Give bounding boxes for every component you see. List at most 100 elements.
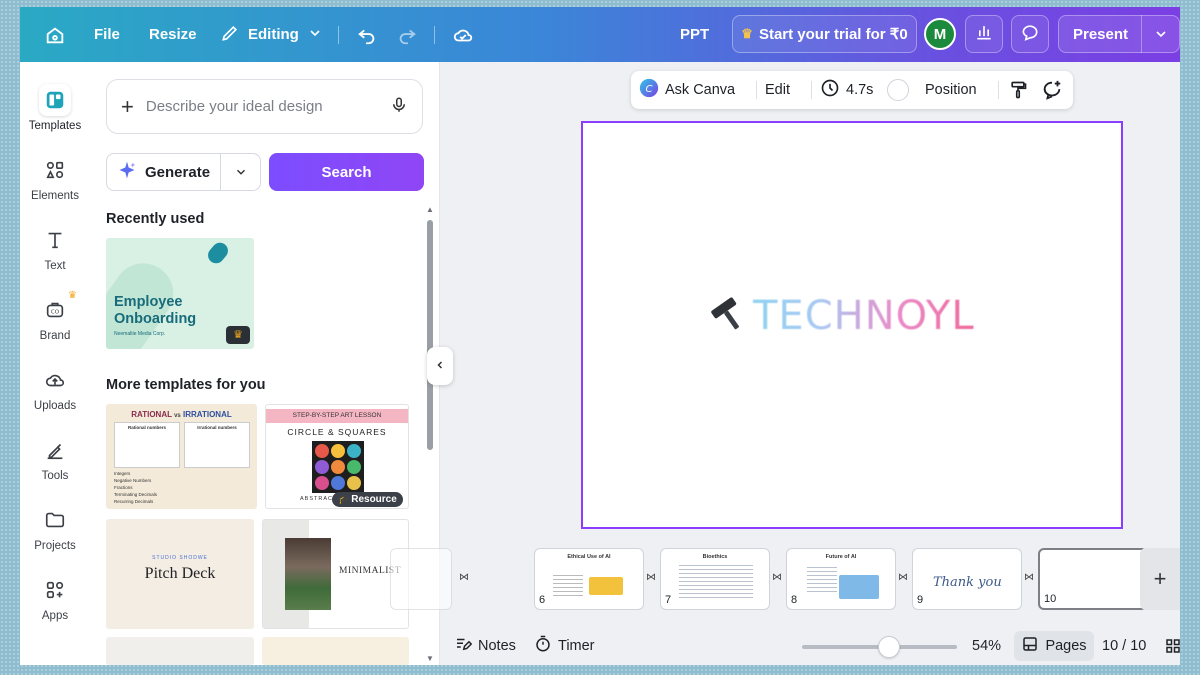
template-minimalist[interactable]: MINIMALIST: [262, 519, 409, 629]
template-title: Pitch Deck: [144, 565, 216, 582]
transition-icon[interactable]: ⋈: [898, 572, 908, 583]
irrational-box: Irrational numbers: [184, 422, 250, 468]
chevron-down-icon[interactable]: [221, 165, 260, 179]
ask-canva-button[interactable]: C Ask Canva: [639, 71, 735, 109]
rail-item-uploads[interactable]: Uploads: [20, 354, 90, 424]
rail-item-elements[interactable]: Elements: [20, 144, 90, 214]
page-number: 8: [791, 594, 798, 606]
page-thumbnail[interactable]: Thank you 9: [912, 548, 1022, 610]
plus-icon[interactable]: +: [121, 94, 134, 120]
page-thumbnail[interactable]: Ethical Use of AI 6: [534, 548, 644, 610]
zoom-level[interactable]: 54%: [972, 627, 1001, 665]
divider: [811, 81, 812, 99]
add-page-button[interactable]: +: [1140, 548, 1180, 610]
template-portfolio[interactable]: [106, 637, 254, 665]
timer-button[interactable]: Timer: [534, 627, 595, 665]
paint-roller-icon[interactable]: [1008, 71, 1028, 109]
rail-item-text[interactable]: Text: [20, 214, 90, 284]
page-thumbnail[interactable]: Bioethics 7: [660, 548, 770, 610]
collapse-panel-button[interactable]: [427, 347, 453, 385]
start-trial-button[interactable]: ♛ Start your trial for ₹0: [732, 15, 917, 53]
pages-button[interactable]: Pages: [1014, 631, 1094, 661]
home-icon[interactable]: [44, 7, 66, 62]
art-cell: [315, 460, 329, 474]
scroll-up-arrow[interactable]: ▲: [426, 205, 434, 214]
color-circle-icon: [887, 79, 909, 101]
editing-mode-dropdown[interactable]: Editing: [220, 7, 323, 62]
resize-button[interactable]: Resize: [149, 7, 197, 62]
grid-view-icon[interactable]: [1164, 627, 1180, 665]
art-cell: [331, 476, 345, 490]
rational-box: Rational numbers: [114, 422, 180, 468]
pages-label: Pages: [1045, 638, 1087, 654]
undo-icon[interactable]: [356, 7, 378, 62]
generate-label: Generate: [145, 163, 211, 181]
crown-icon: ♛: [68, 290, 77, 301]
template-art-lesson[interactable]: STEP-BY-STEP ART LESSON CIRCLE & SQUARES…: [265, 404, 409, 509]
zoom-slider-handle[interactable]: [878, 636, 900, 658]
scroll-down-arrow[interactable]: ▼: [426, 654, 434, 663]
transition-icon[interactable]: ⋈: [646, 572, 656, 583]
notes-label: Notes: [478, 638, 516, 654]
page-lines: [553, 575, 583, 597]
more-templates-heading: More templates for you: [106, 377, 266, 393]
rail-label: Projects: [34, 540, 76, 552]
page-title: Future of AI: [825, 554, 857, 560]
template-partial[interactable]: [262, 637, 409, 665]
technoyl-logo[interactable]: TECHNOYL: [707, 291, 1007, 341]
describe-design-input[interactable]: + Describe your ideal design: [106, 79, 423, 134]
edit-button[interactable]: Edit: [765, 71, 790, 109]
box-heading: Irrational numbers: [197, 425, 237, 430]
rail-label: Apps: [41, 610, 69, 622]
transition-icon[interactable]: ⋈: [459, 572, 469, 583]
template-pitch-deck[interactable]: STUDIO SHODWE Pitch Deck: [106, 519, 254, 629]
present-button[interactable]: Present: [1058, 15, 1180, 53]
rail-item-brand[interactable]: ♛ CO Brand: [20, 284, 90, 354]
row-label: Terminating Decimals: [114, 492, 158, 497]
page-thumbnail-current[interactable]: 10: [1038, 548, 1148, 610]
redo-icon[interactable]: [396, 7, 418, 62]
template-rational-irrational[interactable]: RATIONAL vs IRRATIONAL Rational numbers …: [106, 404, 257, 509]
microphone-icon[interactable]: [390, 95, 408, 119]
file-menu[interactable]: File: [94, 7, 120, 62]
elements-icon: [39, 154, 71, 186]
template-subtitle: Neemaltie Media Corp.: [114, 331, 166, 337]
rail-item-templates[interactable]: Templates: [20, 74, 90, 144]
transition-icon[interactable]: ⋈: [772, 572, 782, 583]
notes-button[interactable]: Notes: [454, 627, 516, 665]
rail-item-apps[interactable]: Apps: [20, 564, 90, 634]
slide-canvas[interactable]: TECHNOYL: [581, 121, 1123, 529]
search-button[interactable]: Search: [269, 153, 424, 191]
notes-icon: [454, 635, 473, 657]
canva-logo-icon: C: [639, 78, 659, 102]
page-thumbnail-partial[interactable]: [390, 548, 452, 610]
cloud-saved-icon[interactable]: [452, 7, 474, 62]
insights-button[interactable]: [965, 15, 1003, 53]
rail-item-tools[interactable]: Tools: [20, 424, 90, 494]
avatar[interactable]: M: [924, 18, 956, 50]
art-cell: [331, 460, 345, 474]
divider: [434, 26, 435, 44]
generate-button[interactable]: Generate: [106, 153, 261, 191]
premium-badge: ♛: [226, 326, 250, 344]
page-thumbnail[interactable]: Future of AI 8: [786, 548, 896, 610]
describe-placeholder: Describe your ideal design: [145, 98, 323, 115]
duration-button[interactable]: 4.7s: [820, 71, 873, 109]
transition-icon[interactable]: ⋈: [1024, 572, 1034, 583]
scrollbar-thumb[interactable]: [427, 220, 433, 450]
row-list: Integers Negative Numbers Fractions Term…: [114, 470, 157, 505]
page-number: 10: [1044, 593, 1057, 605]
color-swatch[interactable]: [887, 71, 909, 109]
divider: [998, 81, 999, 99]
comments-button[interactable]: [1011, 15, 1049, 53]
position-button[interactable]: Position: [925, 71, 977, 109]
template-header: STEP-BY-STEP ART LESSON: [266, 409, 408, 423]
pages-strip: ⋈ Ethical Use of AI 6 ⋈ Bioethics 7 ⋈ Fu…: [390, 540, 1180, 615]
title-part: vs: [174, 413, 181, 419]
brand-icon: CO: [39, 294, 71, 326]
chevron-down-icon[interactable]: [1142, 26, 1179, 42]
add-comment-icon[interactable]: [1041, 71, 1063, 109]
rail-item-projects[interactable]: Projects: [20, 494, 90, 564]
template-employee-onboarding[interactable]: Employee Onboarding Neemaltie Media Corp…: [106, 238, 254, 349]
templates-icon: [39, 84, 71, 116]
